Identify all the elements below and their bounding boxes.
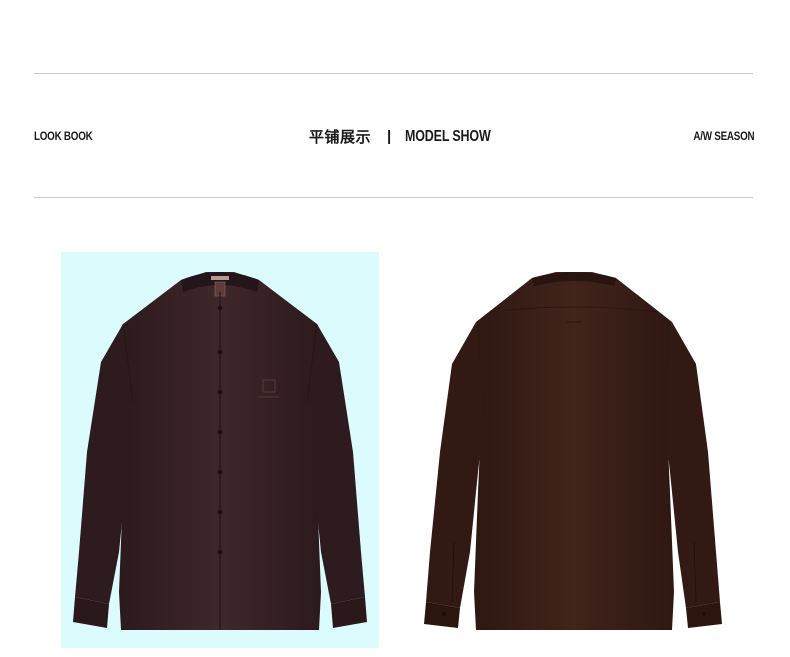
title-separator: | <box>387 128 392 145</box>
season-label: A/W SEASON <box>693 129 754 143</box>
title-english: MODEL SHOW <box>405 127 491 145</box>
section-header: LOOK BOOK 平铺展示 | MODEL SHOW A/W SEASON <box>0 126 790 148</box>
title-chinese: 平铺展示 <box>309 129 372 146</box>
bottom-divider <box>34 197 753 198</box>
look-book-label: LOOK BOOK <box>34 129 93 143</box>
top-divider <box>34 73 753 74</box>
shirt-back-image <box>424 272 722 630</box>
shirt-front-image <box>73 272 367 630</box>
section-title: 平铺展示 | MODEL SHOW <box>309 126 515 147</box>
